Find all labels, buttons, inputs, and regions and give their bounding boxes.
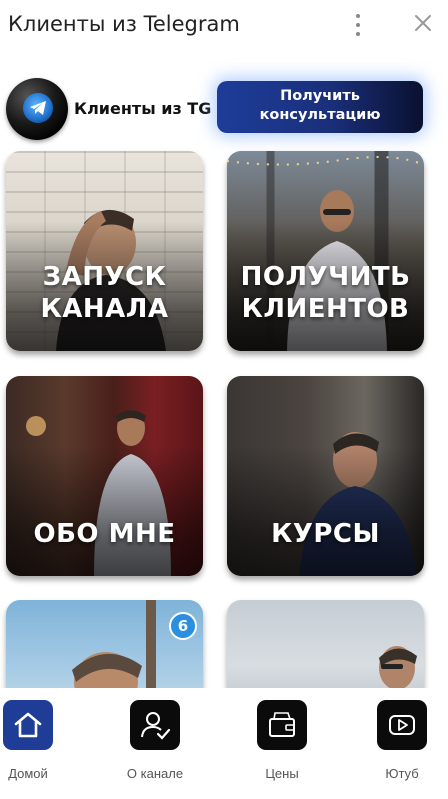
nav-youtube[interactable]: Ютуб [362,700,442,790]
tile-label-line1: ОБО МНЕ [33,519,176,549]
tile-launch-channel[interactable]: ЗАПУСК КАНАЛА [6,151,203,351]
cta-label-line1: Получить [280,88,360,104]
tile-label: ОБО МНЕ [6,518,203,550]
kebab-menu-icon[interactable] [348,12,368,38]
title-bar: Клиенты из Telegram [0,0,448,52]
wallet-icon [257,700,307,750]
nav-label: Цены [265,766,299,781]
tile-label-line1: КУРСЫ [271,519,380,549]
tile-label-line2: КАНАЛА [40,294,169,324]
bottom-navigation: Домой О канале Цены Ютуб [0,688,448,799]
get-consultation-button[interactable]: Получить консультацию [217,81,423,133]
tile-label: ЗАПУСК КАНАЛА [6,261,203,325]
nav-label: О канале [126,766,184,781]
tile-label-line2: КЛИЕНТОВ [241,294,410,324]
channel-name: Клиенты из TG [74,99,212,118]
nav-about-channel[interactable]: О канале [115,700,195,790]
window-title: Клиенты из Telegram [8,12,240,36]
home-icon [3,700,53,750]
close-icon[interactable] [410,10,436,36]
nav-label: Домой [8,766,48,781]
nav-home[interactable]: Домой [0,700,68,790]
nav-label: Ютуб [385,766,419,781]
tile-label-line1: ПОЛУЧИТЬ [240,262,411,292]
tile-get-clients[interactable]: ПОЛУЧИТЬ КЛИЕНТОВ [227,151,424,351]
notification-badge: 6 [169,612,197,640]
tile-courses[interactable]: КУРСЫ [227,376,424,576]
telegram-ball-icon [23,93,53,123]
tile-label-line1: ЗАПУСК [42,262,167,292]
channel-header: Клиенты из TG Получить консультацию [0,60,448,150]
youtube-play-icon [377,700,427,750]
user-check-icon [130,700,180,750]
tile-label: КУРСЫ [227,518,424,550]
channel-avatar[interactable] [6,78,68,140]
nav-prices[interactable]: Цены [242,700,322,790]
cta-label-line2: консультацию [259,107,381,123]
tile-label: ПОЛУЧИТЬ КЛИЕНТОВ [227,261,424,325]
tile-about-me[interactable]: ОБО МНЕ [6,376,203,576]
